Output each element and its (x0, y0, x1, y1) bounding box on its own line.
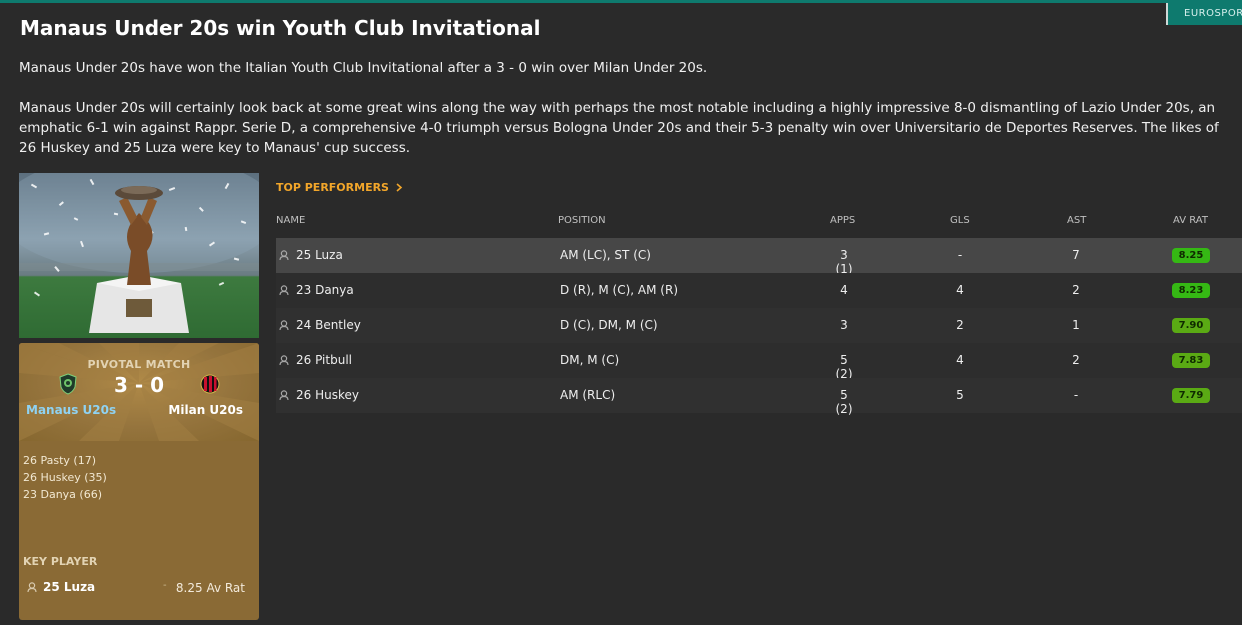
player-goals: 4 (956, 283, 964, 297)
top-performers-label: TOP PERFORMERS (276, 181, 389, 194)
person-icon (279, 250, 289, 260)
table-row[interactable]: 26 Huskey AM (RLC) 5 (2) 5 - 7.79 (276, 378, 1242, 416)
trophy-statue-image (19, 173, 259, 333)
rating-badge: 7.90 (1172, 318, 1210, 333)
table-row[interactable]: 24 Bentley D (C), DM, M (C) 3 2 1 7.90 (276, 308, 1242, 343)
trophy-photo (19, 173, 259, 338)
player-assists: - (1073, 388, 1079, 402)
key-player-separator: - (163, 580, 167, 591)
table-row[interactable]: 25 Luza AM (LC), ST (C) 3 (1) - 7 8.25 (276, 238, 1242, 276)
person-icon (279, 390, 289, 400)
column-header-av-rat[interactable]: AV RAT (1173, 215, 1208, 226)
rating-badge: 8.23 (1172, 283, 1210, 298)
article-paragraph-2: Manaus Under 20s will certainly look bac… (19, 100, 1219, 156)
milan-crest-icon (200, 374, 220, 394)
goal-scorer: 26 Pasty (17) (23, 454, 97, 467)
player-position: AM (RLC) (560, 388, 616, 402)
article-paragraph-1: Manaus Under 20s have won the Italian Yo… (19, 60, 708, 76)
player-position: D (R), M (C), AM (R) (560, 283, 679, 297)
column-header-gls[interactable]: GLS (950, 215, 970, 226)
rating-badge: 7.83 (1172, 353, 1210, 368)
player-name[interactable]: 25 Luza (296, 248, 343, 262)
key-player-row[interactable]: 25 Luza - 8.25 Av Rat (23, 579, 253, 597)
top-performers-link[interactable]: TOP PERFORMERS (276, 181, 403, 194)
player-apps: 4 (840, 283, 848, 297)
player-position: D (C), DM, M (C) (560, 318, 658, 332)
table-row[interactable]: 26 Pitbull DM, M (C) 5 (2) 4 2 7.83 (276, 343, 1242, 381)
player-name[interactable]: 26 Huskey (296, 388, 359, 402)
top-performers-table: 25 Luza AM (LC), ST (C) 3 (1) - 7 8.25 2… (276, 238, 1242, 416)
person-icon (27, 582, 37, 592)
player-position: DM, M (C) (560, 353, 620, 367)
goal-scorers-list: 26 Pasty (17) 26 Huskey (35) 23 Danya (6… (23, 452, 107, 503)
key-player-rating: 8.25 Av Rat (175, 581, 245, 595)
player-assists: 2 (1072, 353, 1080, 367)
player-name[interactable]: 23 Danya (296, 283, 354, 297)
player-name[interactable]: 26 Pitbull (296, 353, 352, 367)
match-score: 3 - 0 (113, 373, 165, 397)
player-apps: 3 (840, 318, 848, 332)
player-assists: 2 (1072, 283, 1080, 297)
article-body: Manaus Under 20s have won the Italian Yo… (19, 58, 1224, 178)
column-header-apps[interactable]: APPS (830, 215, 855, 226)
table-row[interactable]: 23 Danya D (R), M (C), AM (R) 4 4 2 8.23 (276, 273, 1242, 308)
away-team-name[interactable]: Milan U20s (168, 403, 243, 417)
column-header-ast[interactable]: AST (1067, 215, 1086, 226)
goal-scorer: 23 Danya (66) (23, 488, 103, 501)
rating-badge: 7.79 (1172, 388, 1210, 403)
pivotal-match-card[interactable]: PIVOTAL MATCH 3 - 0 Manaus U20s Milan U2… (19, 343, 259, 620)
pivotal-match-header: PIVOTAL MATCH 3 - 0 Manaus U20s Milan U2… (19, 343, 259, 441)
player-goals: - (957, 248, 963, 262)
rating-badge: 8.25 (1172, 248, 1210, 263)
column-header-position[interactable]: POSITION (558, 215, 606, 226)
person-icon (279, 285, 289, 295)
top-performers-header: NAME POSITION APPS GLS AST AV RAT (276, 215, 1242, 229)
article-headline: Manaus Under 20s win Youth Club Invitati… (20, 16, 541, 40)
player-name[interactable]: 24 Bentley (296, 318, 361, 332)
player-position: AM (LC), ST (C) (560, 248, 651, 262)
key-player-label: KEY PLAYER (23, 555, 98, 568)
top-accent-bar (0, 0, 1242, 3)
player-goals: 2 (956, 318, 964, 332)
chevron-right-icon (396, 183, 403, 192)
goal-scorer: 26 Huskey (35) (23, 471, 107, 484)
home-team-name[interactable]: Manaus U20s (26, 403, 116, 417)
player-apps: 5 (2) (835, 388, 853, 416)
player-apps: 5 (2) (835, 353, 853, 381)
person-icon (279, 355, 289, 365)
player-apps: 3 (1) (835, 248, 853, 276)
player-goals: 5 (956, 388, 964, 402)
player-assists: 7 (1072, 248, 1080, 262)
source-tag: EUROSPORT (1166, 3, 1242, 25)
player-assists: 1 (1072, 318, 1080, 332)
pivotal-match-label: PIVOTAL MATCH (87, 358, 191, 371)
player-goals: 4 (956, 353, 964, 367)
person-icon (279, 320, 289, 330)
key-player-name[interactable]: 25 Luza (43, 580, 95, 594)
column-header-name[interactable]: NAME (276, 215, 305, 226)
